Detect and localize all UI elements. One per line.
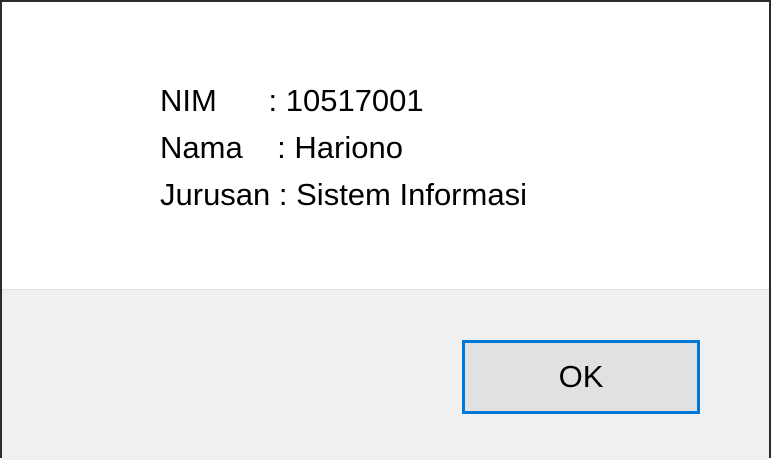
message-area: NIM : 10517001 Nama : Hariono Jurusan : … [2,2,769,289]
message-dialog: NIM : 10517001 Nama : Hariono Jurusan : … [0,0,771,460]
message-line-nim: NIM : 10517001 [160,83,424,118]
message-line-jurusan: Jurusan : Sistem Informasi [160,177,527,212]
ok-button[interactable]: OK [462,340,700,414]
button-footer: OK [2,289,769,460]
message-line-nama: Nama : Hariono [160,130,403,165]
message-text: NIM : 10517001 Nama : Hariono Jurusan : … [160,77,527,218]
